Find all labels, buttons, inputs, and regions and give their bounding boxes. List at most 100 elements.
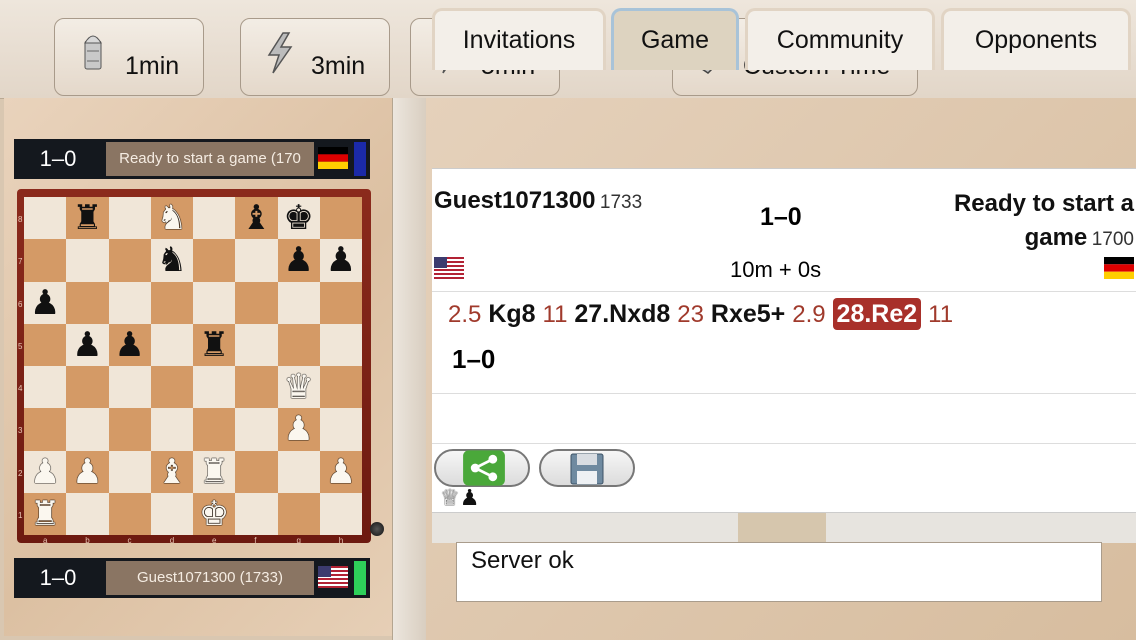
- square-a2[interactable]: ♟: [24, 450, 67, 493]
- square-g8[interactable]: ♚: [277, 197, 320, 240]
- square-g1[interactable]: [277, 492, 320, 535]
- square-g7[interactable]: ♟: [277, 239, 320, 282]
- black-pawn-piece[interactable]: ♟: [72, 328, 102, 362]
- square-a5[interactable]: [24, 323, 67, 366]
- square-h4[interactable]: [319, 366, 362, 409]
- square-h5[interactable]: [319, 323, 362, 366]
- white-king-piece[interactable]: ♚: [199, 497, 229, 531]
- move-list[interactable]: 2.5 Kg8 11 27.Nxd8 23 Rxe5+ 2.9 28.Re2 1…: [432, 292, 1136, 392]
- square-b6[interactable]: [66, 281, 109, 324]
- square-g5[interactable]: [277, 323, 320, 366]
- share-button[interactable]: [434, 449, 530, 487]
- move[interactable]: Rxe5+: [711, 300, 785, 328]
- white-pawn-piece[interactable]: ♟: [326, 455, 356, 489]
- black-knight-piece[interactable]: ♞: [157, 243, 187, 277]
- square-e5[interactable]: ♜: [193, 323, 236, 366]
- square-f1[interactable]: [235, 492, 278, 535]
- tab-community[interactable]: Community: [745, 8, 935, 70]
- black-pawn-piece[interactable]: ♟: [326, 243, 356, 277]
- black-pawn-piece[interactable]: ♟: [30, 286, 60, 320]
- black-pawn-piece[interactable]: ♟: [114, 328, 144, 362]
- square-c2[interactable]: [108, 450, 151, 493]
- white-pawn-piece[interactable]: ♟: [30, 455, 60, 489]
- square-d7[interactable]: ♞: [150, 239, 193, 282]
- square-e6[interactable]: [193, 281, 236, 324]
- square-f8[interactable]: ♝: [235, 197, 278, 240]
- square-f2[interactable]: [235, 450, 278, 493]
- move[interactable]: Kg8: [488, 300, 535, 328]
- square-b8[interactable]: ♜: [66, 197, 109, 240]
- square-b1[interactable]: [66, 492, 109, 535]
- square-a4[interactable]: [24, 366, 67, 409]
- square-b5[interactable]: ♟: [66, 323, 109, 366]
- white-queen-piece[interactable]: ♛: [283, 370, 313, 404]
- black-bishop-piece[interactable]: ♝: [241, 201, 271, 235]
- white-knight-piece[interactable]: ♞: [157, 201, 187, 235]
- square-h1[interactable]: [319, 492, 362, 535]
- square-h8[interactable]: [319, 197, 362, 240]
- square-d8[interactable]: ♞: [150, 197, 193, 240]
- white-pawn-piece[interactable]: ♟: [283, 412, 313, 446]
- square-b3[interactable]: [66, 408, 109, 451]
- square-d2[interactable]: ♝: [150, 450, 193, 493]
- square-a7[interactable]: [24, 239, 67, 282]
- square-g3[interactable]: ♟: [277, 408, 320, 451]
- square-c8[interactable]: [108, 197, 151, 240]
- square-g6[interactable]: [277, 281, 320, 324]
- square-c4[interactable]: [108, 366, 151, 409]
- black-pawn-piece[interactable]: ♟: [283, 243, 313, 277]
- square-h2[interactable]: ♟: [319, 450, 362, 493]
- square-h6[interactable]: [319, 281, 362, 324]
- square-c7[interactable]: [108, 239, 151, 282]
- square-g2[interactable]: [277, 450, 320, 493]
- black-rook-piece[interactable]: ♜: [199, 328, 229, 362]
- square-a1[interactable]: ♜: [24, 492, 67, 535]
- square-d4[interactable]: [150, 366, 193, 409]
- square-b4[interactable]: [66, 366, 109, 409]
- square-f6[interactable]: [235, 281, 278, 324]
- black-rook-piece[interactable]: ♜: [72, 201, 102, 235]
- black-king-piece[interactable]: ♚: [283, 201, 313, 235]
- horizontal-scrollbar[interactable]: [432, 512, 1136, 543]
- panel-divider[interactable]: [392, 98, 427, 640]
- square-d6[interactable]: [150, 281, 193, 324]
- one-min-button[interactable]: 1min: [54, 18, 204, 96]
- square-e2[interactable]: ♜: [193, 450, 236, 493]
- square-c3[interactable]: [108, 408, 151, 451]
- square-g4[interactable]: ♛: [277, 366, 320, 409]
- move[interactable]: 27.Nxd8: [574, 300, 670, 328]
- square-h3[interactable]: [319, 408, 362, 451]
- three-min-button[interactable]: 3min: [240, 18, 390, 96]
- tab-game[interactable]: Game: [611, 8, 739, 70]
- square-f5[interactable]: [235, 323, 278, 366]
- square-f7[interactable]: [235, 239, 278, 282]
- square-f3[interactable]: [235, 408, 278, 451]
- square-a3[interactable]: [24, 408, 67, 451]
- tab-invitations[interactable]: Invitations: [432, 8, 606, 70]
- save-button[interactable]: [539, 449, 635, 487]
- white-bishop-piece[interactable]: ♝: [157, 455, 187, 489]
- square-c5[interactable]: ♟: [108, 323, 151, 366]
- square-e4[interactable]: [193, 366, 236, 409]
- square-b2[interactable]: ♟: [66, 450, 109, 493]
- square-d3[interactable]: [150, 408, 193, 451]
- white-pawn-piece[interactable]: ♟: [72, 455, 102, 489]
- square-h7[interactable]: ♟: [319, 239, 362, 282]
- white-rook-piece[interactable]: ♜: [199, 455, 229, 489]
- white-rook-piece[interactable]: ♜: [30, 497, 60, 531]
- square-e8[interactable]: [193, 197, 236, 240]
- square-e1[interactable]: ♚: [193, 492, 236, 535]
- square-a8[interactable]: [24, 197, 67, 240]
- square-f4[interactable]: [235, 366, 278, 409]
- tab-opponents[interactable]: Opponents: [941, 8, 1131, 70]
- square-c1[interactable]: [108, 492, 151, 535]
- current-move[interactable]: 28.Re2: [832, 298, 922, 330]
- scrollbar-thumb[interactable]: [738, 513, 826, 543]
- square-d5[interactable]: [150, 323, 193, 366]
- square-c6[interactable]: [108, 281, 151, 324]
- square-e3[interactable]: [193, 408, 236, 451]
- square-d1[interactable]: [150, 492, 193, 535]
- square-b7[interactable]: [66, 239, 109, 282]
- chess-board[interactable]: ♜ ♞ ♝ ♚ ♞ ♟ ♟ ♟ ♟ ♟ ♜ ♛ ♟ ♟ ♟ ♝ ♜ ♟ ♜ ♚: [24, 197, 362, 535]
- square-e7[interactable]: [193, 239, 236, 282]
